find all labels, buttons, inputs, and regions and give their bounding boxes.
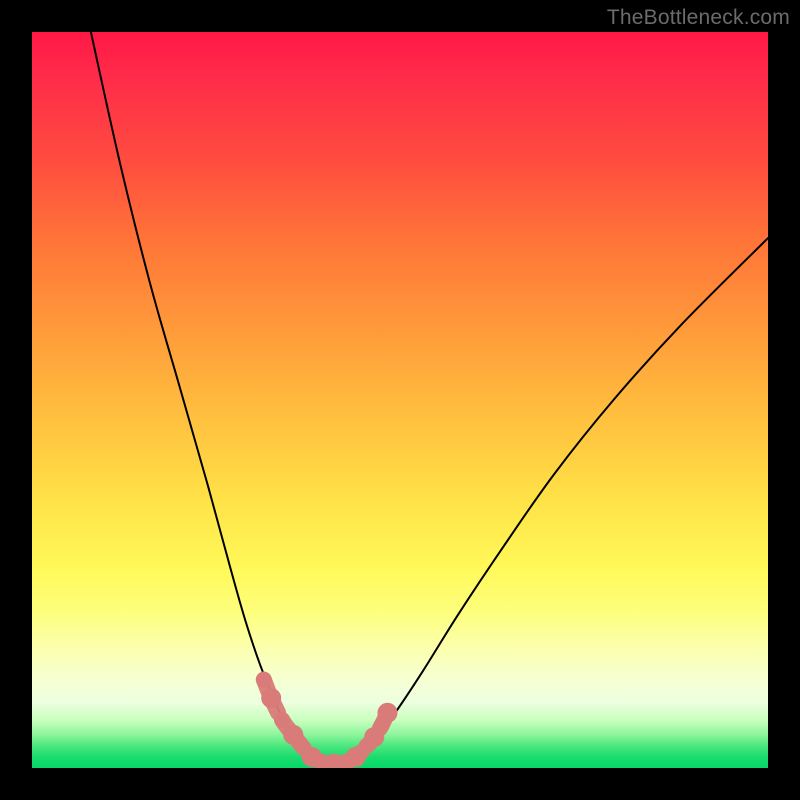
plot-area [32,32,768,768]
marker-dot [261,688,281,708]
bottleneck-curve [32,32,768,768]
curve-path [91,32,768,765]
watermark-text: TheBottleneck.com [607,6,790,30]
curve-path-group [91,32,768,765]
marker-dot [377,703,397,723]
curve-markers-group [256,672,398,768]
outer-frame: TheBottleneck.com [0,0,800,800]
marker-dot [274,712,290,728]
marker-dot [256,672,272,688]
